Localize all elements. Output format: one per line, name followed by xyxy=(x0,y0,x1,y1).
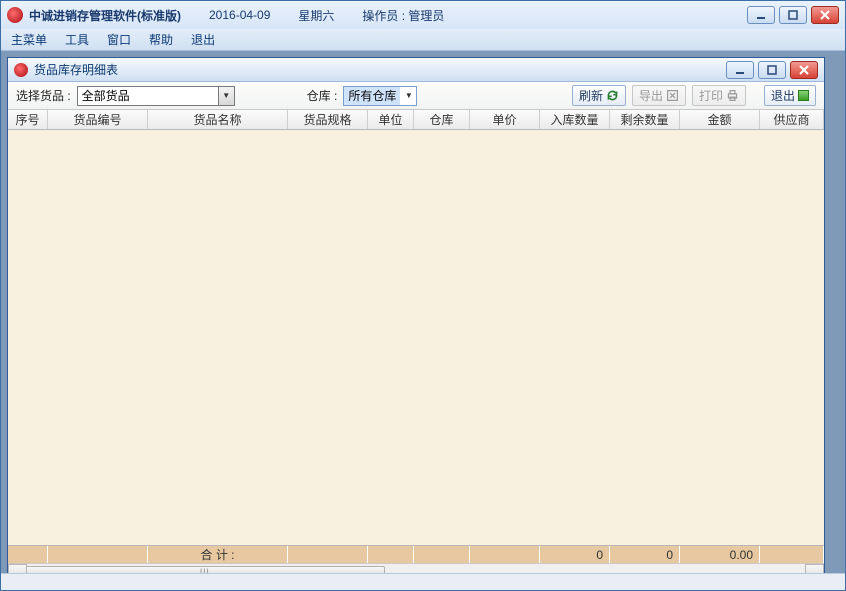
mdi-client: 货品库存明细表 选择货品 : ▼ 仓库 : ▼ xyxy=(1,51,845,573)
child-maximize-button[interactable] xyxy=(758,61,786,79)
totals-row: 合 计 : 0 0 0.00 xyxy=(8,545,824,563)
col-price[interactable]: 单价 xyxy=(470,110,540,129)
menu-tools[interactable]: 工具 xyxy=(65,31,89,48)
product-combo[interactable]: ▼ xyxy=(77,86,235,106)
product-combo-input[interactable] xyxy=(78,87,218,105)
main-minimize-button[interactable] xyxy=(747,6,775,24)
select-product-label: 选择货品 : xyxy=(16,87,71,104)
totals-seq xyxy=(8,546,48,563)
main-titlebar[interactable]: 中诚进销存管理软件(标准版) 2016-04-09 星期六 操作员 : 管理员 xyxy=(1,1,845,29)
warehouse-label: 仓库 : xyxy=(307,87,338,104)
toolbar: 选择货品 : ▼ 仓库 : ▼ 刷新 导出 xyxy=(8,82,824,110)
chevron-down-icon[interactable]: ▼ xyxy=(218,87,234,105)
exit-icon xyxy=(798,90,809,101)
menu-exit[interactable]: 退出 xyxy=(191,31,215,48)
grid-header: 序号 货品编号 货品名称 货品规格 单位 仓库 单价 入库数量 剩余数量 金额 … xyxy=(8,110,824,130)
refresh-button[interactable]: 刷新 xyxy=(572,85,626,106)
col-supplier[interactable]: 供应商 xyxy=(760,110,824,129)
main-close-button[interactable] xyxy=(811,6,839,24)
menu-window[interactable]: 窗口 xyxy=(107,31,131,48)
mdi-hscrollbar[interactable] xyxy=(1,573,845,590)
main-maximize-button[interactable] xyxy=(779,6,807,24)
col-remain[interactable]: 剩余数量 xyxy=(610,110,680,129)
titlebar-weekday: 星期六 xyxy=(298,7,334,24)
col-code[interactable]: 货品编号 xyxy=(48,110,148,129)
titlebar-operator: 操作员 : 管理员 xyxy=(362,7,444,24)
col-spec[interactable]: 货品规格 xyxy=(288,110,368,129)
child-titlebar[interactable]: 货品库存明细表 xyxy=(8,58,824,82)
menu-help[interactable]: 帮助 xyxy=(149,31,173,48)
chevron-down-icon[interactable]: ▼ xyxy=(400,87,416,105)
grid-body[interactable] xyxy=(8,130,824,545)
child-minimize-button[interactable] xyxy=(726,61,754,79)
titlebar-date: 2016-04-09 xyxy=(209,8,270,22)
grid-hscrollbar[interactable]: ||| xyxy=(8,563,824,573)
export-icon xyxy=(666,89,679,102)
main-window: 中诚进销存管理软件(标准版) 2016-04-09 星期六 操作员 : 管理员 … xyxy=(1,1,845,590)
inventory-detail-window: 货品库存明细表 选择货品 : ▼ 仓库 : ▼ xyxy=(7,57,825,573)
col-unit[interactable]: 单位 xyxy=(368,110,414,129)
child-icon xyxy=(14,63,28,77)
menu-main[interactable]: 主菜单 xyxy=(11,31,47,48)
col-name[interactable]: 货品名称 xyxy=(148,110,288,129)
main-menubar: 主菜单 工具 窗口 帮助 退出 xyxy=(1,29,845,51)
totals-code xyxy=(48,546,148,563)
col-seq[interactable]: 序号 xyxy=(8,110,48,129)
totals-amount: 0.00 xyxy=(680,546,760,563)
child-close-button[interactable] xyxy=(790,61,818,79)
app-icon xyxy=(7,7,23,23)
totals-remain: 0 xyxy=(610,546,680,563)
app-title: 中诚进销存管理软件(标准版) xyxy=(29,7,181,24)
col-warehouse[interactable]: 仓库 xyxy=(414,110,470,129)
col-inqty[interactable]: 入库数量 xyxy=(540,110,610,129)
print-icon xyxy=(726,89,739,102)
exit-button[interactable]: 退出 xyxy=(764,85,816,106)
scroll-thumb[interactable]: ||| xyxy=(25,566,385,574)
warehouse-combo-input[interactable] xyxy=(344,87,400,105)
totals-inqty: 0 xyxy=(540,546,610,563)
totals-label: 合 计 : xyxy=(148,546,288,563)
col-amount[interactable]: 金额 xyxy=(680,110,760,129)
warehouse-combo[interactable]: ▼ xyxy=(343,86,417,106)
child-title: 货品库存明细表 xyxy=(34,61,118,78)
print-button[interactable]: 打印 xyxy=(692,85,746,106)
export-button[interactable]: 导出 xyxy=(632,85,686,106)
refresh-icon xyxy=(606,89,619,102)
